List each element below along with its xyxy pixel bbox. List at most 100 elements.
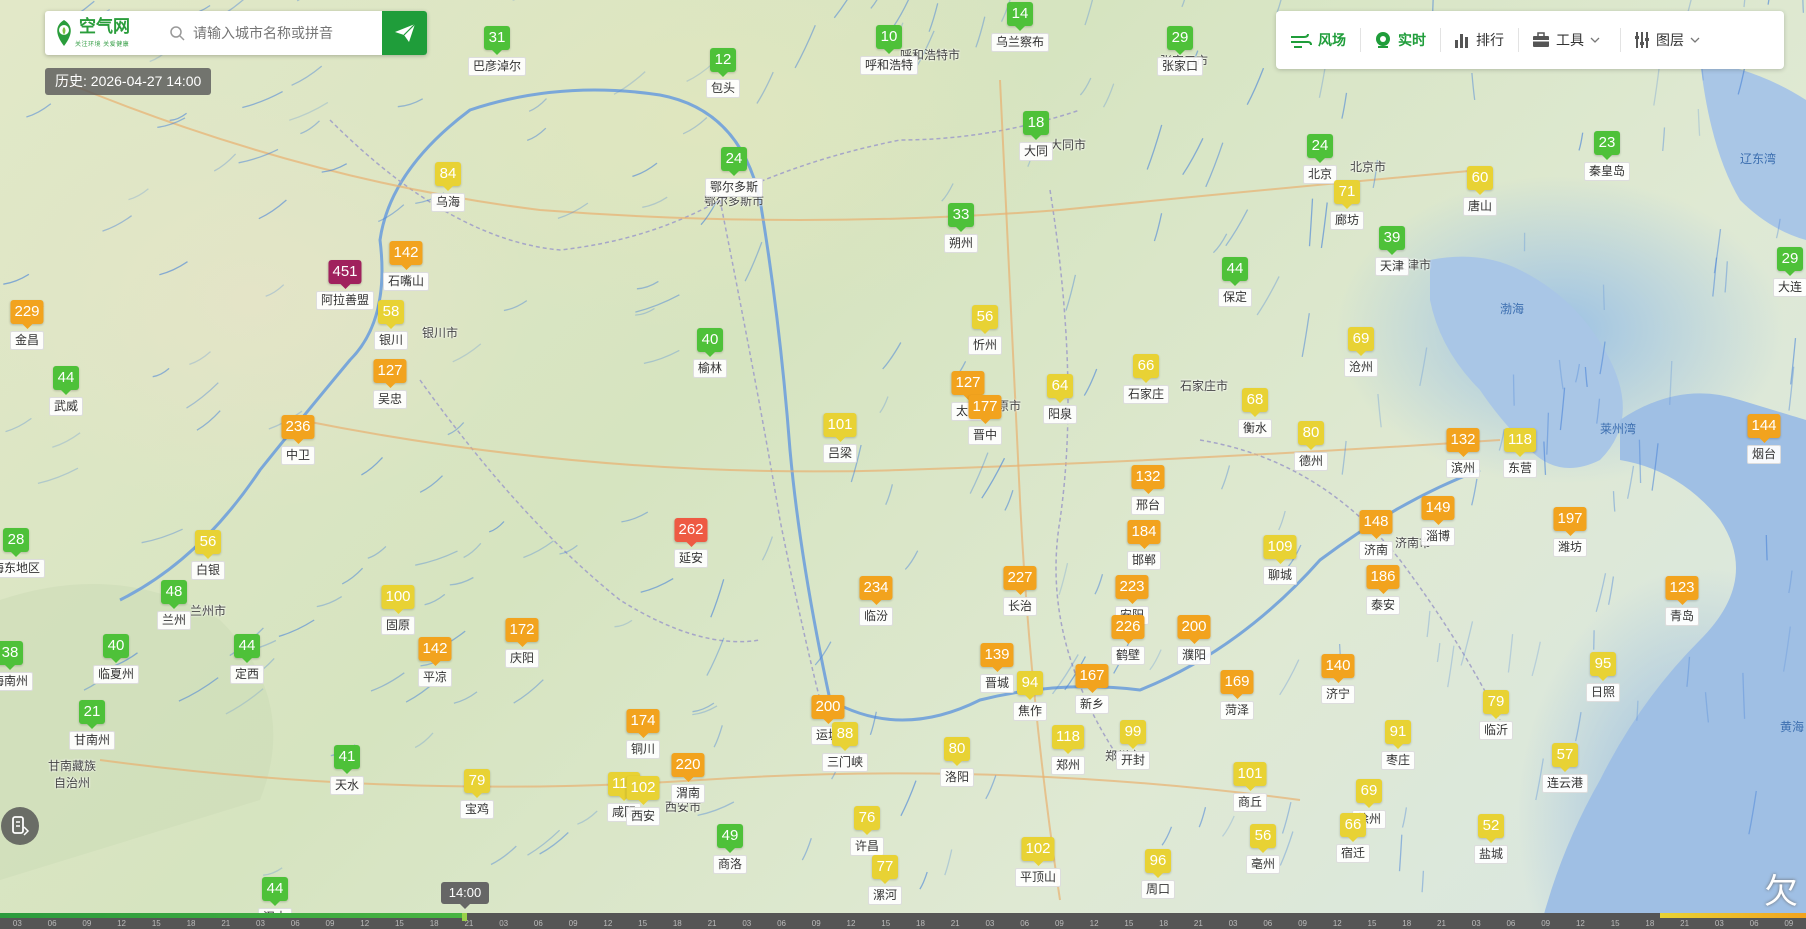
aqi-marker[interactable]: 100: [381, 585, 415, 614]
tool-ranking[interactable]: 排行: [1440, 25, 1518, 55]
aqi-marker[interactable]: 41: [334, 745, 360, 774]
aqi-marker[interactable]: 44: [1222, 257, 1248, 286]
aqi-marker[interactable]: 149: [1421, 496, 1455, 525]
aqi-marker[interactable]: 69: [1356, 779, 1382, 808]
aqi-marker[interactable]: 58: [378, 300, 404, 329]
aqi-marker[interactable]: 24: [721, 147, 747, 176]
aqi-marker[interactable]: 177: [968, 395, 1002, 424]
aqi-marker[interactable]: 95: [1590, 652, 1616, 681]
city-search-input[interactable]: [191, 24, 395, 42]
aqi-marker[interactable]: 142: [389, 241, 423, 270]
aqi-marker[interactable]: 60: [1467, 166, 1493, 195]
aqi-marker[interactable]: 29: [1777, 247, 1803, 276]
aqi-marker[interactable]: 123: [1665, 576, 1699, 605]
aqi-marker[interactable]: 91: [1385, 720, 1411, 749]
aqi-marker[interactable]: 118: [1504, 428, 1536, 457]
aqi-marker[interactable]: 77: [872, 855, 898, 884]
aqi-marker[interactable]: 12: [710, 48, 736, 77]
aqi-marker[interactable]: 127: [951, 371, 985, 400]
aqi-marker[interactable]: 80: [1298, 421, 1324, 450]
aqi-marker[interactable]: 49: [717, 824, 743, 853]
aqi-marker[interactable]: 96: [1145, 849, 1171, 878]
aqi-marker[interactable]: 66: [1133, 354, 1159, 383]
aqi-marker[interactable]: 28: [3, 528, 29, 557]
aqi-marker[interactable]: 139: [980, 643, 1014, 672]
aqi-marker[interactable]: 80: [944, 737, 970, 766]
aqi-marker[interactable]: 229: [10, 300, 44, 329]
aqi-marker[interactable]: 14: [1007, 2, 1033, 31]
aqi-marker[interactable]: 29: [1167, 26, 1193, 55]
timeline-bar[interactable]: 03 06 09 12 15 18 21 03 06 09 12 15 18 21 03 06 09 12 15 18…: [0, 913, 1806, 929]
aqi-marker[interactable]: 127: [373, 359, 407, 388]
aqi-marker[interactable]: 56: [1250, 824, 1276, 853]
aqi-marker[interactable]: 66: [1340, 813, 1366, 842]
aqi-marker[interactable]: 197: [1553, 507, 1587, 536]
site-logo[interactable]: 空气网 关注环境 关爱健康: [45, 18, 163, 48]
aqi-marker[interactable]: 23: [1594, 131, 1620, 160]
aqi-marker[interactable]: 102: [1021, 837, 1055, 866]
aqi-marker[interactable]: 57: [1552, 743, 1578, 772]
aqi-marker[interactable]: 84: [435, 162, 461, 191]
aqi-marker[interactable]: 132: [1131, 465, 1165, 494]
tool-realtime[interactable]: 实时: [1360, 25, 1440, 55]
air-quality-map[interactable]: 鄂尔多斯市 呼和浩特市 张家口市 大同市 北京市 天津市 石家庄市 太原市 济南…: [0, 0, 1806, 929]
aqi-marker[interactable]: 39: [1379, 226, 1405, 255]
aqi-marker[interactable]: 88: [832, 722, 858, 751]
aqi-marker[interactable]: 79: [1483, 690, 1509, 719]
timeline-handle[interactable]: [462, 913, 467, 921]
aqi-marker[interactable]: 451: [328, 260, 362, 289]
aqi-marker[interactable]: 172: [505, 618, 539, 647]
aqi-marker[interactable]: 38: [0, 641, 23, 670]
aqi-marker[interactable]: 234: [859, 576, 893, 605]
aqi-marker[interactable]: 109: [1263, 535, 1297, 564]
aqi-marker[interactable]: 118: [1052, 725, 1084, 754]
tool-wind[interactable]: 风场: [1276, 25, 1360, 55]
aqi-marker[interactable]: 69: [1348, 327, 1374, 356]
aqi-marker[interactable]: 40: [103, 634, 129, 663]
aqi-marker[interactable]: 186: [1366, 565, 1400, 594]
aqi-marker[interactable]: 44: [234, 634, 260, 663]
aqi-marker[interactable]: 76: [854, 806, 880, 835]
aqi-marker[interactable]: 94: [1017, 671, 1043, 700]
aqi-marker[interactable]: 24: [1307, 134, 1333, 163]
aqi-marker[interactable]: 33: [948, 203, 974, 232]
aqi-marker[interactable]: 56: [195, 530, 221, 559]
aqi-marker[interactable]: 21: [79, 700, 105, 729]
aqi-marker[interactable]: 52: [1478, 814, 1504, 843]
aqi-marker[interactable]: 44: [262, 877, 288, 906]
aqi-marker[interactable]: 227: [1003, 566, 1037, 595]
aqi-marker[interactable]: 220: [671, 753, 705, 782]
aqi-marker[interactable]: 184: [1127, 520, 1161, 549]
aqi-marker[interactable]: 132: [1446, 428, 1480, 457]
aqi-marker[interactable]: 10: [876, 25, 902, 54]
aqi-marker[interactable]: 31: [484, 26, 510, 55]
aqi-marker[interactable]: 140: [1321, 654, 1355, 683]
aqi-marker[interactable]: 236: [281, 415, 315, 444]
aqi-marker[interactable]: 64: [1047, 374, 1073, 403]
aqi-marker[interactable]: 40: [697, 328, 723, 357]
legend-toggle-button[interactable]: [1, 807, 39, 845]
aqi-marker[interactable]: 200: [811, 695, 845, 724]
aqi-marker[interactable]: 101: [1233, 762, 1267, 791]
tool-layers[interactable]: 图层: [1620, 25, 1720, 55]
aqi-marker[interactable]: 174: [626, 709, 660, 738]
aqi-marker[interactable]: 44: [53, 366, 79, 395]
search-submit-button[interactable]: [382, 11, 427, 55]
aqi-marker[interactable]: 102: [626, 776, 660, 805]
tool-tools[interactable]: 工具: [1518, 25, 1620, 55]
aqi-marker[interactable]: 79: [464, 769, 490, 798]
aqi-marker[interactable]: 101: [823, 413, 857, 442]
aqi-marker[interactable]: 68: [1242, 388, 1268, 417]
aqi-marker[interactable]: 18: [1023, 111, 1049, 140]
aqi-marker[interactable]: 262: [674, 518, 708, 547]
aqi-marker[interactable]: 200: [1177, 615, 1211, 644]
aqi-marker[interactable]: 226: [1111, 615, 1145, 644]
aqi-marker[interactable]: 148: [1359, 510, 1393, 539]
aqi-marker[interactable]: 223: [1115, 575, 1149, 604]
aqi-marker[interactable]: 56: [972, 305, 998, 334]
aqi-marker[interactable]: 48: [161, 580, 187, 609]
aqi-marker[interactable]: 99: [1120, 720, 1146, 749]
aqi-marker[interactable]: 167: [1075, 664, 1109, 693]
aqi-marker[interactable]: 169: [1220, 670, 1254, 699]
aqi-marker[interactable]: 142: [418, 637, 452, 666]
